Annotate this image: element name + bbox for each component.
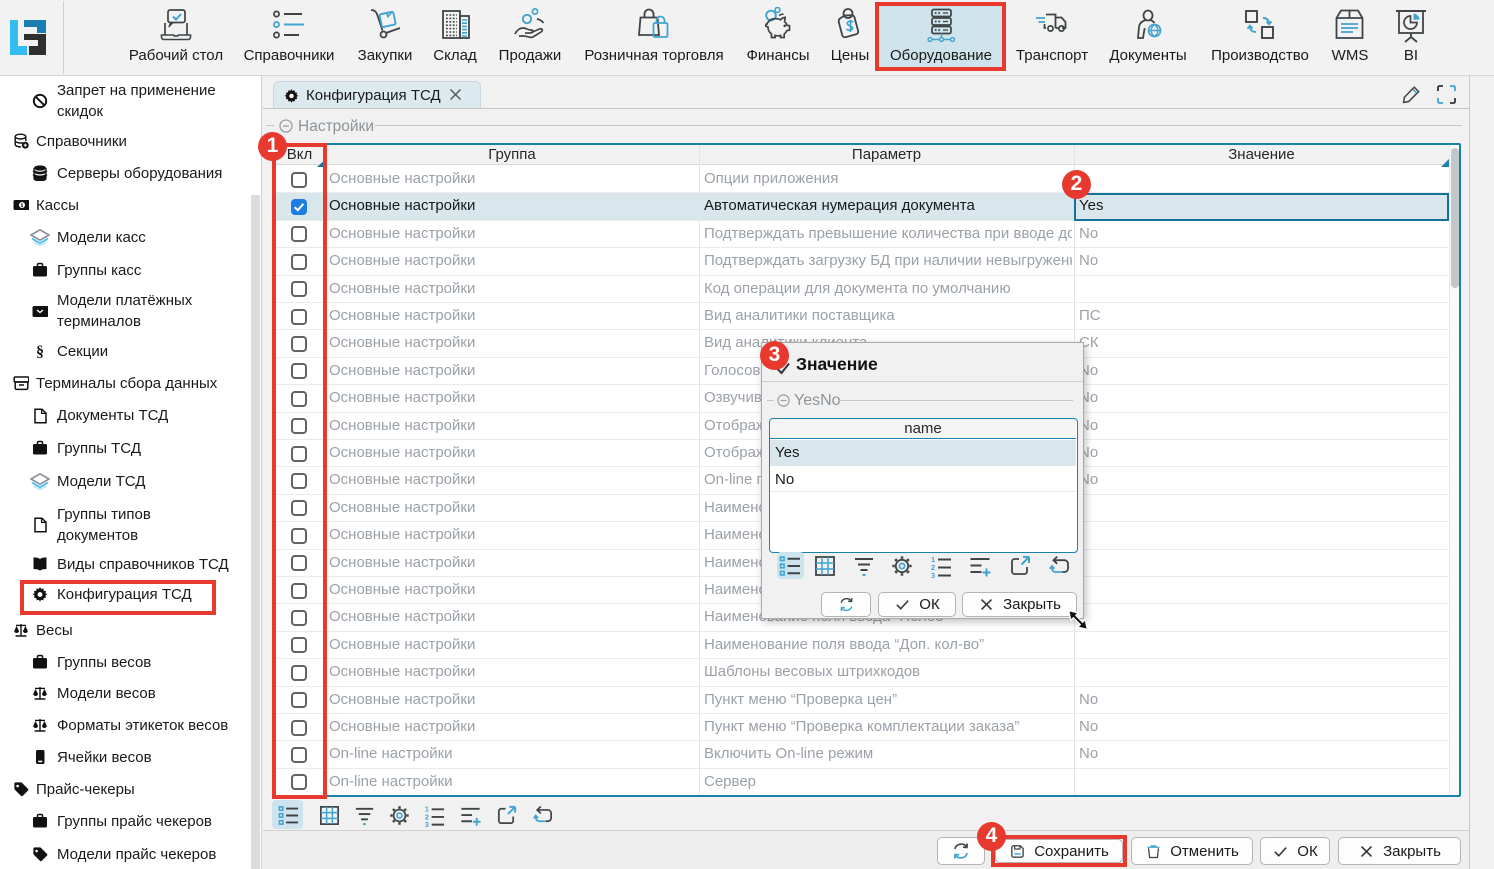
- svg-text:3: 3: [931, 571, 935, 578]
- svg-text:§: §: [36, 343, 44, 359]
- svg-text:3: 3: [424, 821, 428, 827]
